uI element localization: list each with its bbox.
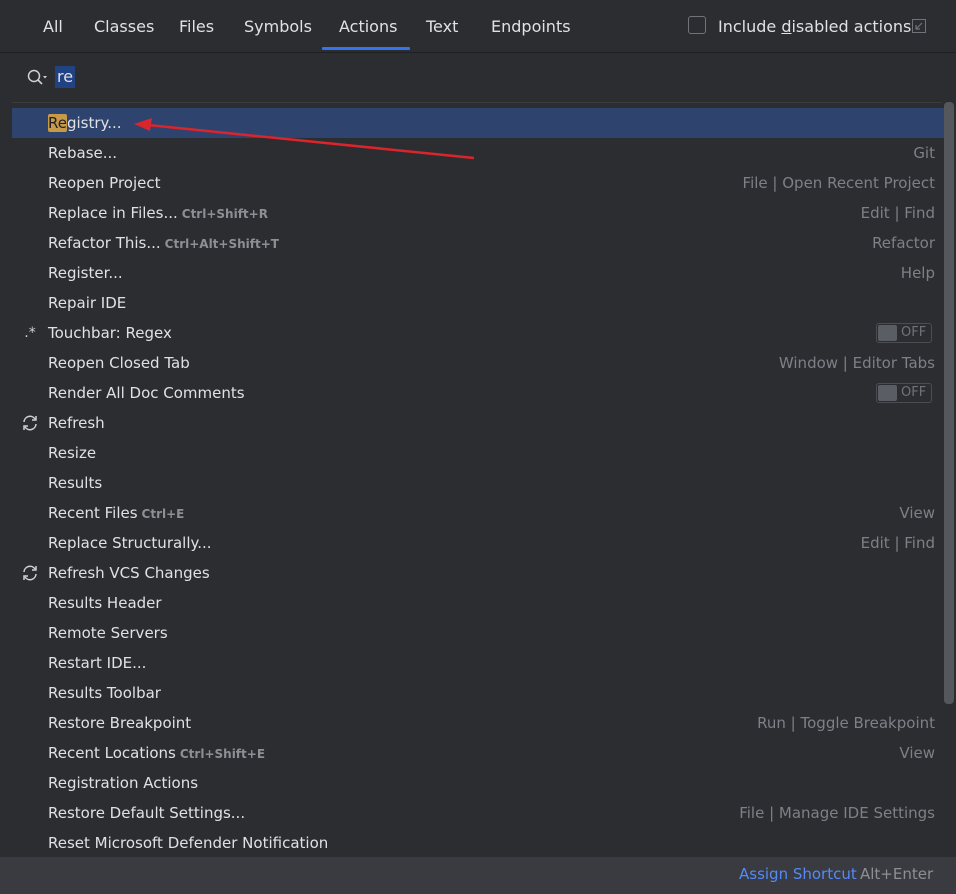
item-location: Git bbox=[913, 144, 935, 162]
list-item[interactable]: Refresh VCS Changes bbox=[12, 558, 944, 588]
include-disabled-label[interactable]: Include disabled actions bbox=[718, 17, 911, 36]
assign-shortcut-link[interactable]: Assign Shortcut bbox=[739, 865, 857, 883]
item-label: Refresh VCS Changes bbox=[48, 564, 210, 582]
list-item[interactable]: Recent Locations Ctrl+Shift+E View bbox=[12, 738, 944, 768]
item-label: Replace Structurally... bbox=[48, 534, 212, 552]
item-label: Reopen Closed Tab bbox=[48, 354, 190, 372]
item-location: View bbox=[899, 504, 935, 522]
list-item[interactable]: Rebase... Git bbox=[12, 138, 944, 168]
toggle-switch[interactable]: OFF bbox=[876, 323, 932, 343]
search-icon[interactable] bbox=[26, 68, 52, 88]
list-item[interactable]: Results bbox=[12, 468, 944, 498]
item-label: Replace in Files... Ctrl+Shift+R bbox=[48, 204, 268, 222]
item-location: Edit | Find bbox=[860, 534, 935, 552]
list-item[interactable]: Restart IDE... bbox=[12, 648, 944, 678]
tab-bar: All Classes Files Symbols Actions Text E… bbox=[0, 0, 956, 53]
list-item[interactable]: Repair IDE bbox=[12, 288, 944, 318]
scrollbar-thumb[interactable] bbox=[944, 102, 954, 704]
item-shortcut: Ctrl+Shift+R bbox=[181, 207, 268, 221]
regex-icon: .* bbox=[24, 325, 36, 341]
item-shortcut: Ctrl+Shift+E bbox=[179, 747, 266, 761]
toggle-state: OFF bbox=[901, 385, 927, 400]
item-label: Reset Microsoft Defender Notification bbox=[48, 834, 329, 852]
list-item[interactable]: Restore Default Settings... File | Manag… bbox=[12, 798, 944, 828]
item-label: Refresh bbox=[48, 414, 105, 432]
results-list: Registry... Rebase... Git Reopen Project… bbox=[12, 108, 944, 856]
refresh-icon bbox=[23, 415, 37, 431]
toggle-switch[interactable]: OFF bbox=[876, 383, 932, 403]
list-item[interactable]: Reopen Closed Tab Window | Editor Tabs bbox=[12, 348, 944, 378]
item-location: View bbox=[899, 744, 935, 762]
list-item[interactable]: Results Header bbox=[12, 588, 944, 618]
tab-actions[interactable]: Actions bbox=[339, 17, 397, 36]
item-label: Registry... bbox=[48, 114, 122, 132]
list-item[interactable]: Resize bbox=[12, 438, 944, 468]
assign-shortcut-keys: Alt+Enter bbox=[860, 865, 934, 883]
item-label: Reopen Project bbox=[48, 174, 161, 192]
item-label: Results Header bbox=[48, 594, 162, 612]
list-item[interactable]: Reset Microsoft Defender Notification bbox=[12, 828, 944, 856]
item-location: File | Manage IDE Settings bbox=[739, 804, 935, 822]
divider bbox=[12, 102, 942, 103]
open-in-window-icon[interactable] bbox=[911, 18, 927, 34]
list-item[interactable]: Replace Structurally... Edit | Find bbox=[12, 528, 944, 558]
list-item[interactable]: Reopen Project File | Open Recent Projec… bbox=[12, 168, 944, 198]
active-tab-indicator bbox=[322, 47, 410, 50]
tab-endpoints[interactable]: Endpoints bbox=[491, 17, 571, 36]
search-input[interactable]: re bbox=[55, 66, 76, 88]
item-label: Registration Actions bbox=[48, 774, 199, 792]
list-item[interactable]: Recent Files Ctrl+E View bbox=[12, 498, 944, 528]
item-location: File | Open Recent Project bbox=[742, 174, 935, 192]
tab-files[interactable]: Files bbox=[179, 17, 214, 36]
item-shortcut: Ctrl+E bbox=[141, 507, 185, 521]
tab-text[interactable]: Text bbox=[426, 17, 458, 36]
tab-symbols[interactable]: Symbols bbox=[244, 17, 312, 36]
tab-all[interactable]: All bbox=[43, 17, 63, 36]
list-item[interactable]: Register... Help bbox=[12, 258, 944, 288]
list-item[interactable]: Replace in Files... Ctrl+Shift+R Edit | F… bbox=[12, 198, 944, 228]
toggle-knob bbox=[878, 325, 897, 341]
item-label: Rebase... bbox=[48, 144, 118, 162]
list-item[interactable]: Refresh bbox=[12, 408, 944, 438]
item-shortcut: Ctrl+Alt+Shift+T bbox=[164, 237, 279, 251]
include-disabled-checkbox[interactable] bbox=[688, 16, 706, 34]
list-item[interactable]: Registry... bbox=[12, 108, 944, 138]
list-item[interactable]: Remote Servers bbox=[12, 618, 944, 648]
item-label: Restart IDE... bbox=[48, 654, 147, 672]
item-label: Render All Doc Comments bbox=[48, 384, 245, 402]
item-label: Resize bbox=[48, 444, 97, 462]
item-location: Refactor bbox=[872, 234, 935, 252]
item-label: Results Toolbar bbox=[48, 684, 161, 702]
list-item[interactable]: .* Touchbar: Regex OFF bbox=[12, 318, 944, 348]
item-label: Refactor This... Ctrl+Alt+Shift+T bbox=[48, 234, 279, 252]
item-label: Restore Breakpoint bbox=[48, 714, 192, 732]
item-location: Window | Editor Tabs bbox=[778, 354, 935, 372]
list-item[interactable]: Results Toolbar bbox=[12, 678, 944, 708]
list-item[interactable]: Registration Actions bbox=[12, 768, 944, 798]
item-label: Recent Files Ctrl+E bbox=[48, 504, 185, 522]
item-label: Restore Default Settings... bbox=[48, 804, 246, 822]
toggle-knob bbox=[878, 385, 897, 401]
list-item[interactable]: Restore Breakpoint Run | Toggle Breakpoi… bbox=[12, 708, 944, 738]
search-bar bbox=[0, 53, 956, 101]
toggle-state: OFF bbox=[901, 325, 927, 340]
list-item[interactable]: Refactor This... Ctrl+Alt+Shift+T Refacto… bbox=[12, 228, 944, 258]
refresh-icon bbox=[23, 565, 37, 581]
list-item[interactable]: Render All Doc Comments OFF bbox=[12, 378, 944, 408]
item-location: Edit | Find bbox=[860, 204, 935, 222]
item-location: Help bbox=[900, 264, 935, 282]
item-location: Run | Toggle Breakpoint bbox=[757, 714, 935, 732]
item-label: Recent Locations Ctrl+Shift+E bbox=[48, 744, 266, 762]
item-label: Results bbox=[48, 474, 103, 492]
tab-classes[interactable]: Classes bbox=[94, 17, 154, 36]
item-label: Remote Servers bbox=[48, 624, 168, 642]
item-label: Touchbar: Regex bbox=[48, 324, 172, 342]
item-label: Repair IDE bbox=[48, 294, 127, 312]
item-label: Register... bbox=[48, 264, 123, 282]
